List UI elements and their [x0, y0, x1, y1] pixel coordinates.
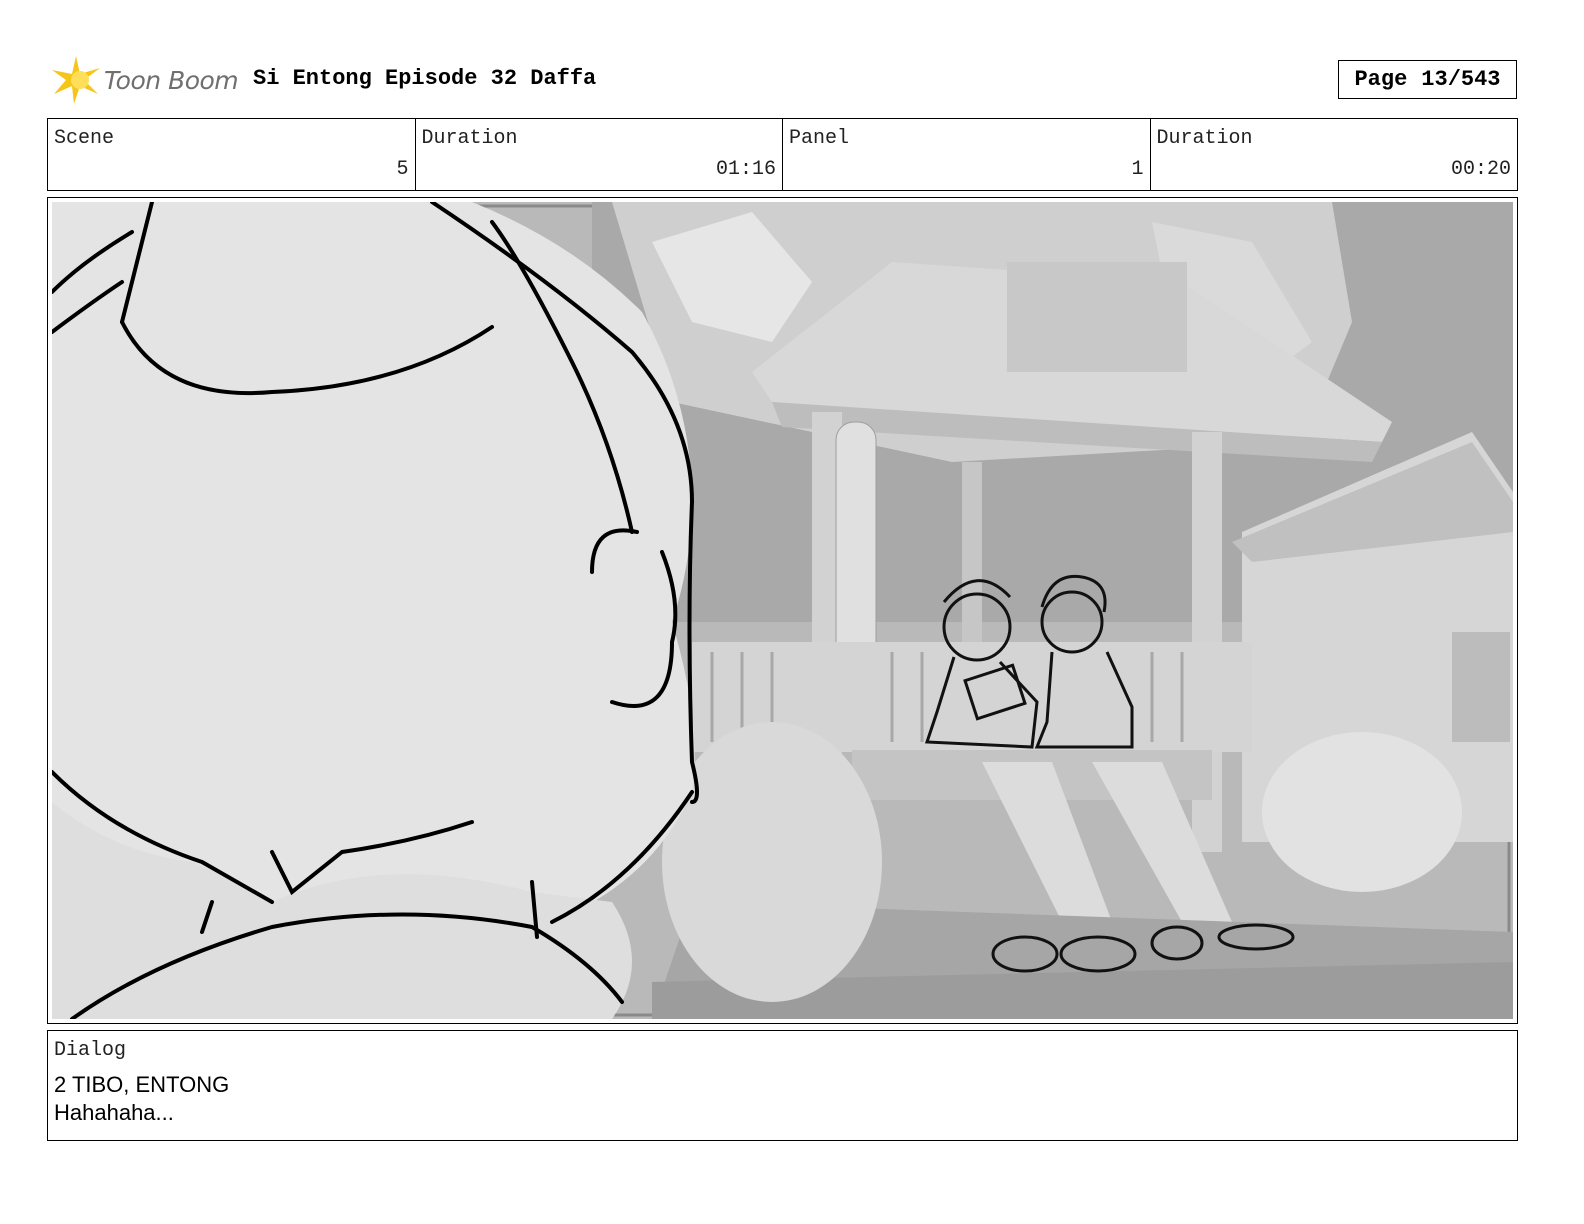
panel-duration-value: 00:20	[1450, 158, 1511, 181]
scene-value: 5	[396, 158, 409, 181]
dialog-line-speaker: 2 TIBO, ENTONG	[54, 1072, 230, 1097]
scene-info-table: Scene 5 Duration 01:16 Panel 1 Duration …	[47, 118, 1518, 191]
starburst-icon	[52, 56, 100, 104]
document-title: Si Entong Episode 32 Daffa	[253, 66, 597, 91]
panel-label: Panel	[789, 127, 850, 150]
logo-text: Toon Boom	[104, 65, 239, 95]
panel-duration-label: Duration	[1156, 127, 1253, 150]
page-indicator: Page 13/543	[1338, 60, 1517, 99]
storyboard-drawing	[52, 202, 1513, 1019]
dialog-label: Dialog	[54, 1039, 127, 1062]
scene-label: Scene	[54, 127, 115, 150]
page-number: 13/543	[1421, 67, 1501, 92]
panel-cell: Panel 1	[783, 119, 1151, 190]
dialog-text: 2 TIBO, ENTONG Hahahaha...	[54, 1071, 229, 1127]
page-label: Page	[1354, 67, 1408, 92]
toon-boom-logo: Toon Boom	[50, 54, 239, 106]
storyboard-panel	[47, 197, 1518, 1024]
scene-duration-label: Duration	[421, 127, 518, 150]
panel-duration-cell: Duration 00:20	[1151, 119, 1518, 190]
scene-duration-cell: Duration 01:16	[416, 119, 783, 190]
scene-cell: Scene 5	[48, 119, 416, 190]
scene-duration-value: 01:16	[715, 158, 776, 181]
panel-value: 1	[1131, 158, 1144, 181]
dialog-box: Dialog 2 TIBO, ENTONG Hahahaha...	[47, 1030, 1518, 1141]
dialog-line-speech: Hahahaha...	[54, 1100, 174, 1125]
